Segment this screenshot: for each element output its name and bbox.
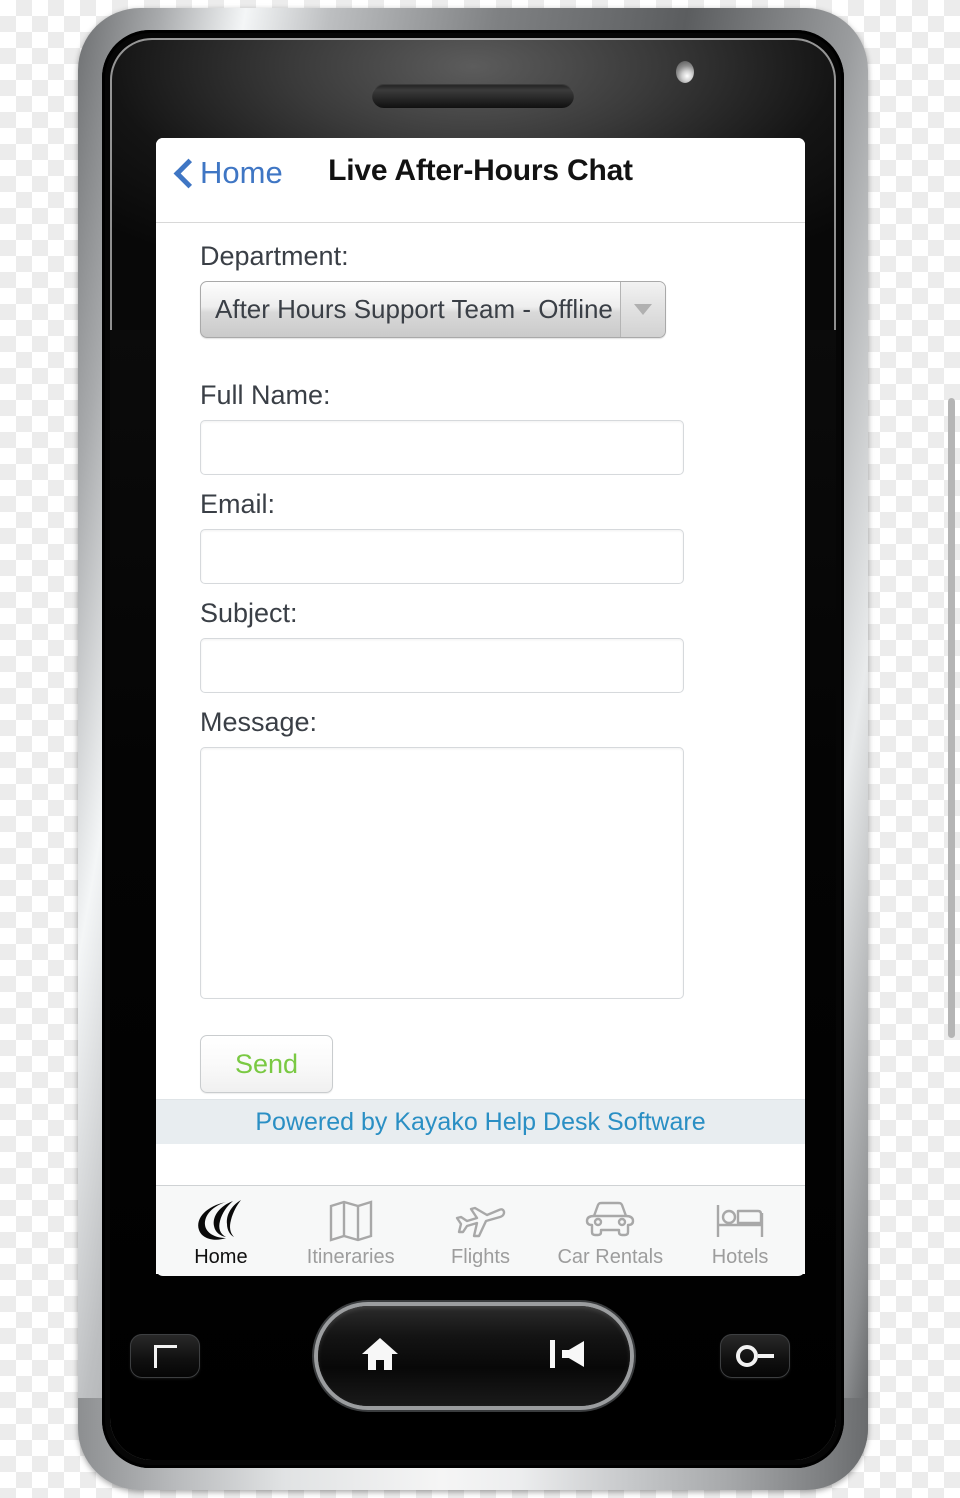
- message-input[interactable]: [200, 747, 684, 999]
- subject-input[interactable]: [200, 638, 684, 693]
- send-button[interactable]: Send: [200, 1035, 333, 1093]
- tab-label-hotels: Hotels: [711, 1245, 769, 1268]
- department-selected-value: After Hours Support Team - Offline: [215, 294, 613, 324]
- home-button[interactable]: [360, 1335, 400, 1378]
- department-select[interactable]: After Hours Support Team - Offline: [200, 281, 666, 338]
- home-back-button-pill: [318, 1306, 630, 1406]
- tab-label-itineraries: Itineraries: [306, 1245, 395, 1268]
- phone-screen: Home Live After-Hours Chat Department: A…: [156, 138, 805, 1274]
- tab-home[interactable]: Home: [156, 1186, 286, 1276]
- bed-icon: [713, 1198, 767, 1244]
- tab-car-rentals[interactable]: Car Rentals: [545, 1186, 675, 1276]
- tab-itineraries[interactable]: Itineraries: [286, 1186, 416, 1276]
- page-title: Live After-Hours Chat: [328, 154, 633, 187]
- vertical-scrollbar[interactable]: [948, 398, 955, 1038]
- menu-button[interactable]: [130, 1334, 200, 1378]
- powered-by-link[interactable]: Powered by Kayako Help Desk Software: [255, 1108, 705, 1137]
- tab-label-home: Home: [194, 1245, 248, 1268]
- front-camera-icon: [676, 61, 694, 83]
- map-icon: [328, 1198, 374, 1244]
- department-label: Department:: [200, 241, 349, 271]
- chat-form: Department: After Hours Support Team - O…: [156, 223, 805, 1274]
- airplane-icon: [453, 1198, 507, 1244]
- subject-label: Subject:: [200, 598, 298, 628]
- chevron-down-icon[interactable]: [620, 282, 665, 337]
- tab-label-flights: Flights: [451, 1245, 510, 1268]
- email-label: Email:: [200, 489, 276, 519]
- hardware-button-row: [102, 1300, 844, 1420]
- earpiece-speaker: [372, 84, 574, 108]
- full-name-label: Full Name:: [200, 380, 331, 410]
- message-label: Message:: [200, 707, 318, 737]
- back-button[interactable]: [548, 1337, 588, 1376]
- nav-bar: Home Live After-Hours Chat: [156, 138, 805, 223]
- tab-flights[interactable]: Flights: [416, 1186, 546, 1276]
- powered-by-bar: Powered by Kayako Help Desk Software: [156, 1099, 805, 1144]
- full-name-input[interactable]: [200, 420, 684, 475]
- key-icon: [736, 1345, 774, 1367]
- car-icon: [583, 1198, 637, 1244]
- tab-label-car-rentals: Car Rentals: [557, 1245, 664, 1268]
- corner-bracket-icon: [153, 1344, 177, 1368]
- tab-hotels[interactable]: Hotels: [675, 1186, 805, 1276]
- bottom-tab-bar: Home Itineraries Flights Car Rentals Hot…: [156, 1185, 805, 1276]
- email-input[interactable]: [200, 529, 684, 584]
- search-button[interactable]: [720, 1334, 790, 1378]
- swoosh-logo-icon: [193, 1198, 249, 1244]
